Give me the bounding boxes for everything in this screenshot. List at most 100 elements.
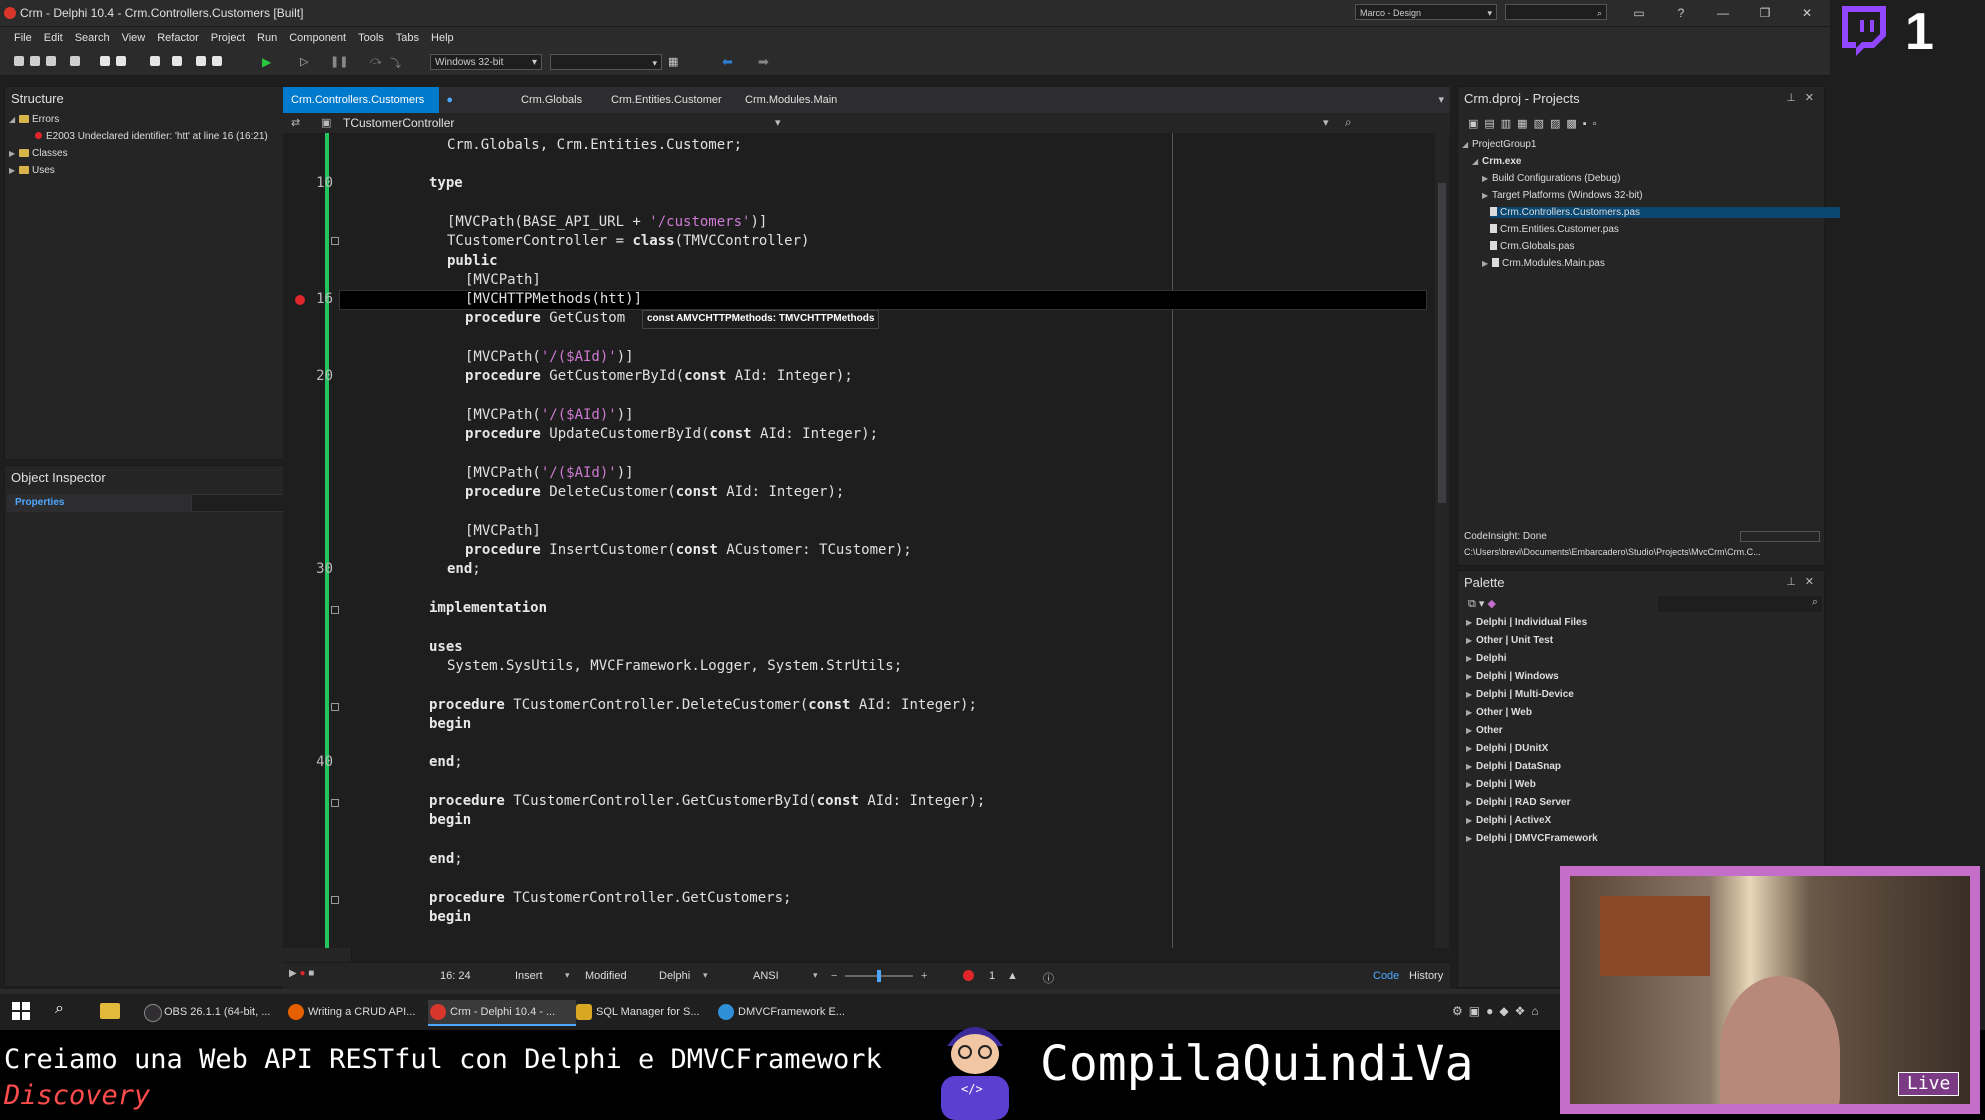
warning-icon[interactable]: ▲ [1007, 970, 1018, 982]
menu-item-project[interactable]: Project [205, 27, 251, 49]
remove-from-project-icon[interactable] [196, 56, 206, 66]
tree-node-target-platforms[interactable]: ▶ Target Platforms (Windows 32-bit) [1482, 190, 1643, 201]
tree-node-error-item[interactable]: E2003 Undeclared identifier: 'htt' at li… [35, 131, 268, 142]
palette-category[interactable]: ▶ Delphi | Individual Files [1466, 617, 1587, 628]
palette-category[interactable]: ▶ Other | Web [1466, 707, 1532, 718]
menu-item-run[interactable]: Run [251, 27, 283, 49]
forward-arrow-icon[interactable]: ➡ [758, 54, 769, 70]
build-config-select[interactable]: ▾ [550, 54, 662, 70]
desktop-layout-select[interactable]: Marco - Design ▾ [1355, 4, 1497, 20]
run-without-debug-icon[interactable]: ▷ [300, 55, 308, 68]
tab-crm-controllers-customers[interactable]: Crm.Controllers.Customers ● [283, 87, 453, 113]
language-select[interactable]: Delphi [659, 970, 690, 982]
error-count-icon[interactable] [963, 970, 974, 981]
taskbar-obs[interactable]: OBS 26.1.1 (64-bit, ... [142, 1000, 286, 1024]
ide-search-input[interactable]: ⌕ [1505, 4, 1607, 20]
system-tray-icons[interactable]: ⚙▣●◆❖⌂ [1452, 1004, 1545, 1018]
menu-item-refactor[interactable]: Refactor [151, 27, 205, 49]
add-to-project-icon[interactable] [172, 56, 182, 66]
zoom-out-icon[interactable]: − [831, 970, 837, 982]
chevron-down-icon[interactable]: ▾ [775, 116, 781, 129]
palette-categories-icon[interactable]: ⧉ ▾ ◆ [1468, 597, 1496, 611]
tab-crm-modules-main[interactable]: Crm.Modules.Main [737, 87, 845, 113]
trace-into-icon[interactable]: ⤵ [390, 55, 401, 71]
palette-category[interactable]: ▶ Other | Unit Test [1466, 635, 1553, 646]
menu-item-search[interactable]: Search [69, 27, 116, 49]
tab-code[interactable]: Code [1373, 970, 1399, 982]
class-navigator-value[interactable]: TCustomerController [343, 116, 454, 130]
taskbar-sql-manager[interactable]: SQL Manager for S... [574, 1000, 720, 1024]
close-icon[interactable]: ✕ [1805, 575, 1814, 588]
windows-start-icon[interactable] [12, 1002, 30, 1020]
layout-icon[interactable]: ▭ [1625, 4, 1653, 22]
pin-icon[interactable]: ⊥ [1786, 575, 1796, 588]
search-icon[interactable]: ⌕ [1345, 115, 1352, 130]
record-macro-icon[interactable]: ▶ ● ■ [289, 968, 314, 979]
back-arrow-icon[interactable]: ⬅ [722, 54, 733, 70]
palette-category[interactable]: ▶ Delphi | Windows [1466, 671, 1559, 682]
save-all-icon[interactable] [100, 56, 110, 66]
tab-history[interactable]: History [1409, 970, 1443, 982]
zoom-slider[interactable] [845, 970, 913, 982]
fold-toggle[interactable] [331, 799, 339, 807]
tree-node-globals[interactable]: Crm.Globals.pas [1490, 241, 1574, 252]
fold-toggle[interactable] [331, 606, 339, 614]
properties-tab[interactable]: Properties [7, 494, 191, 512]
run-icon[interactable]: ▶ [262, 55, 271, 69]
encoding-select[interactable]: ANSI [753, 970, 779, 982]
menu-item-file[interactable]: File [8, 27, 38, 49]
tree-node-entities-customer[interactable]: Crm.Entities.Customer.pas [1490, 224, 1619, 235]
code-editor[interactable]: 10 16 20 30 40 Crm.Globals, Crm.Entities… [283, 133, 1450, 948]
restore-button[interactable]: ❐ [1751, 4, 1779, 22]
insert-mode[interactable]: Insert [515, 970, 543, 982]
step-over-icon[interactable]: ⤼ [370, 55, 382, 68]
chevron-down-icon[interactable]: ▾ [1323, 116, 1329, 129]
taskbar-delphi[interactable]: Crm - Delphi 10.4 - ... [428, 1000, 576, 1026]
tree-node-errors[interactable]: ◢ Errors [9, 114, 59, 125]
tree-node-modules-main[interactable]: ▶ Crm.Modules.Main.pas [1482, 258, 1605, 269]
scrollbar-thumb[interactable] [1438, 183, 1446, 503]
help-icon[interactable]: ? [1667, 4, 1695, 22]
minimize-button[interactable]: — [1709, 4, 1737, 22]
palette-category[interactable]: ▶ Delphi | DMVCFramework [1466, 833, 1598, 844]
palette-category[interactable]: ▶ Delphi | ActiveX [1466, 815, 1551, 826]
tree-node-uses[interactable]: ▶ Uses [9, 165, 55, 176]
target-platform-select[interactable]: Windows 32-bit ▾ [430, 54, 542, 70]
new-file-icon[interactable] [14, 56, 24, 66]
chevron-down-icon[interactable]: ▾ [703, 970, 708, 981]
chevron-down-icon[interactable]: ▾ [813, 970, 818, 981]
menu-item-edit[interactable]: Edit [38, 27, 69, 49]
palette-category[interactable]: ▶ Delphi [1466, 653, 1507, 664]
info-icon[interactable]: ⓘ [1043, 970, 1054, 986]
zoom-slider-thumb[interactable] [877, 970, 881, 982]
fold-toggle[interactable] [331, 237, 339, 245]
save-icon[interactable] [70, 56, 80, 66]
search-icon[interactable]: ⌕ [55, 1000, 64, 1018]
taskbar-dmvc[interactable]: DMVCFramework E... [716, 1000, 862, 1024]
zoom-in-icon[interactable]: + [921, 970, 927, 982]
menu-item-help[interactable]: Help [425, 27, 460, 49]
taskbar-firefox[interactable]: Writing a CRUD API... [286, 1000, 430, 1024]
open-icon[interactable] [46, 56, 56, 66]
pin-icon[interactable]: ⊥ [1786, 91, 1796, 104]
tree-node-build-config[interactable]: ▶ Build Configurations (Debug) [1482, 173, 1620, 184]
menu-item-component[interactable]: Component [283, 27, 352, 49]
file-explorer-icon[interactable] [100, 1003, 120, 1019]
fold-toggle[interactable] [331, 703, 339, 711]
open-project-icon[interactable] [116, 56, 126, 66]
tree-node-controllers-customers[interactable]: Crm.Controllers.Customers.pas [1490, 207, 1841, 218]
fold-toggle[interactable] [331, 896, 339, 904]
menu-item-view[interactable]: View [116, 27, 152, 49]
palette-category[interactable]: ▶ Delphi | Web [1466, 779, 1536, 790]
palette-category[interactable]: ▶ Delphi | Multi-Device [1466, 689, 1574, 700]
vertical-scrollbar[interactable] [1435, 133, 1449, 948]
palette-category[interactable]: ▶ Delphi | DataSnap [1466, 761, 1561, 772]
tab-crm-globals[interactable]: Crm.Globals [513, 87, 590, 113]
new-items-icon[interactable] [30, 56, 40, 66]
sync-icon[interactable]: ⇄ [291, 116, 300, 129]
palette-category[interactable]: ▶ Other [1466, 725, 1503, 736]
close-icon[interactable] [150, 56, 160, 66]
close-window-button[interactable]: ✕ [1793, 4, 1821, 22]
tree-node-classes[interactable]: ▶ Classes [9, 148, 68, 159]
projects-toolbar[interactable]: ▣▤▥▦▧▨▩▪▫ [1468, 117, 1603, 130]
